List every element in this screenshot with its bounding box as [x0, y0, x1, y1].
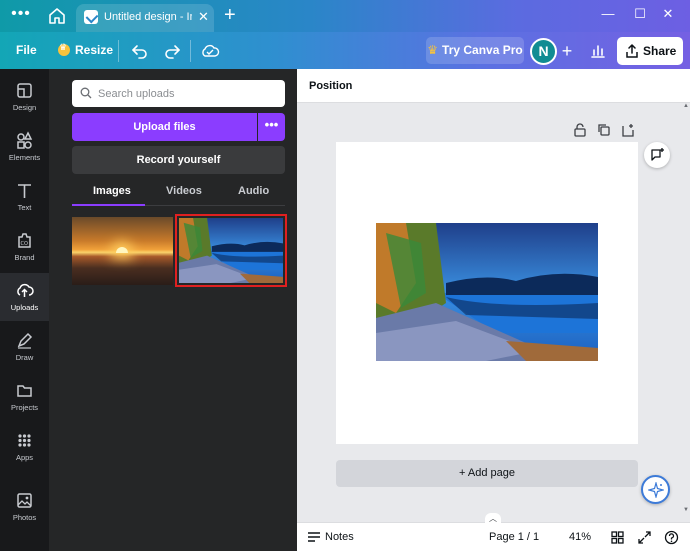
rail-item-uploads[interactable]: Uploads: [0, 273, 49, 321]
grid-view-icon[interactable]: [610, 530, 625, 545]
notes-button[interactable]: Notes: [325, 531, 354, 543]
crown-icon: [58, 42, 70, 56]
uploads-panel: Upload files ••• Record yourself Images …: [49, 69, 297, 551]
projects-icon: [17, 385, 32, 397]
context-toolbar: Position: [297, 69, 690, 103]
active-tab-indicator: [72, 204, 145, 206]
tab-images[interactable]: Images: [93, 185, 131, 197]
toolbar-divider: [118, 40, 119, 62]
editor-toolbar: File Resize ♛Try Canva Pro N + Share: [0, 32, 690, 69]
share-button[interactable]: Share: [617, 37, 683, 65]
undo-icon[interactable]: [130, 41, 150, 61]
tab-videos[interactable]: Videos: [166, 185, 202, 197]
search-icon: [80, 87, 92, 99]
svg-text:CO: CO: [21, 241, 28, 247]
try-pro-label: Try Canva Pro: [442, 43, 523, 57]
crown-icon: ♛: [427, 43, 439, 57]
upload-thumbnail-sunset[interactable]: [72, 217, 173, 285]
browser-tab[interactable]: Untitled design - In… ✕: [76, 4, 214, 32]
tab-close-icon[interactable]: ✕: [198, 9, 209, 25]
rail-label: Apps: [15, 453, 34, 462]
placed-river-image[interactable]: [376, 223, 598, 361]
user-avatar[interactable]: N: [530, 38, 557, 65]
rail-item-photos[interactable]: Photos: [0, 483, 49, 531]
rail-label: Text: [17, 203, 32, 212]
insights-chart-icon[interactable]: [588, 41, 608, 61]
lock-icon[interactable]: [572, 122, 588, 138]
rail-item-brand[interactable]: CO Brand: [0, 223, 49, 271]
help-icon[interactable]: [664, 530, 679, 545]
zoom-level[interactable]: 41%: [569, 531, 591, 543]
page-count[interactable]: Page 1 / 1: [489, 531, 539, 543]
left-rail: Design Elements Text CO Brand Uploads Dr…: [0, 69, 49, 551]
search-box[interactable]: [72, 80, 285, 107]
rail-item-projects[interactable]: Projects: [0, 373, 49, 421]
toolbar-divider: [190, 40, 191, 62]
scroll-up-arrow[interactable]: ▲: [683, 103, 689, 109]
record-yourself-button[interactable]: Record yourself: [72, 146, 285, 174]
photos-icon: [17, 493, 32, 508]
add-page-button[interactable]: + Add page: [336, 460, 638, 487]
redo-icon[interactable]: [162, 41, 182, 61]
rail-label: Design: [12, 103, 37, 112]
rail-label: Projects: [10, 403, 39, 412]
resize-label: Resize: [75, 43, 114, 57]
search-input[interactable]: [98, 85, 278, 102]
rail-label: Uploads: [10, 303, 39, 312]
menu-dots-icon[interactable]: •••: [10, 6, 32, 25]
add-page-icon[interactable]: [620, 122, 636, 138]
duplicate-page-icon[interactable]: [596, 122, 612, 138]
title-bar: ••• Untitled design - In… ✕ + — ☐ ✕: [0, 0, 690, 32]
brand-icon: CO: [18, 233, 31, 248]
sun-graphic: [116, 247, 128, 253]
rail-item-design[interactable]: Design: [0, 73, 49, 121]
fullscreen-icon[interactable]: [637, 530, 652, 545]
cloud-saved-icon[interactable]: [200, 41, 220, 61]
new-tab-button[interactable]: +: [224, 4, 236, 27]
position-button[interactable]: Position: [309, 80, 352, 92]
maximize-button[interactable]: ☐: [628, 6, 652, 22]
draw-icon: [17, 332, 33, 349]
uploads-icon: [17, 283, 34, 297]
close-window-button[interactable]: ✕: [656, 6, 680, 22]
comment-plus-icon: [651, 148, 664, 161]
file-menu-button[interactable]: File: [16, 43, 37, 57]
elements-icon: [17, 131, 33, 149]
rail-item-elements[interactable]: Elements: [0, 123, 49, 171]
design-page[interactable]: [336, 142, 638, 444]
add-member-button[interactable]: +: [557, 38, 577, 65]
rail-label: Brand: [14, 253, 35, 262]
home-icon[interactable]: [46, 6, 68, 26]
tab-audio[interactable]: Audio: [238, 185, 269, 197]
text-icon: [18, 184, 31, 198]
sparkle-icon: [648, 482, 664, 498]
bottom-status-bar: ︿ Notes Page 1 / 1 41%: [297, 513, 690, 551]
share-label: Share: [643, 44, 677, 58]
rail-label: Elements: [8, 153, 41, 162]
canva-tab-icon: [84, 10, 98, 24]
magic-assistant-button[interactable]: [641, 475, 670, 504]
upload-thumbnail-river-selected[interactable]: [175, 214, 287, 287]
scroll-down-arrow[interactable]: ▼: [683, 507, 689, 513]
rail-item-text[interactable]: Text: [0, 173, 49, 221]
apps-icon: [18, 434, 31, 447]
river-autumn-image: [179, 218, 283, 283]
rail-label: Draw: [15, 353, 34, 362]
expand-pages-handle[interactable]: ︿: [485, 513, 501, 523]
rail-item-draw[interactable]: Draw: [0, 323, 49, 371]
rail-item-apps[interactable]: Apps: [0, 423, 49, 471]
upload-share-icon: [626, 44, 638, 58]
minimize-button[interactable]: —: [596, 6, 620, 21]
rail-label: Photos: [12, 513, 37, 522]
upload-more-options-button[interactable]: •••: [258, 113, 285, 141]
resize-button[interactable]: Resize: [58, 42, 114, 57]
add-comment-button[interactable]: [644, 142, 670, 168]
vertical-scrollbar[interactable]: ▲ ▼: [682, 103, 690, 517]
try-canva-pro-button[interactable]: ♛ Try Canva Pro: [426, 37, 524, 64]
upload-files-button[interactable]: Upload files: [72, 113, 257, 141]
tab-title: Untitled design - In…: [104, 11, 192, 23]
canvas-area: Position + Add page ▲ ▼ ︿ Notes Page 1 /…: [297, 69, 690, 551]
design-icon: [17, 83, 32, 98]
notes-icon[interactable]: [307, 531, 321, 544]
